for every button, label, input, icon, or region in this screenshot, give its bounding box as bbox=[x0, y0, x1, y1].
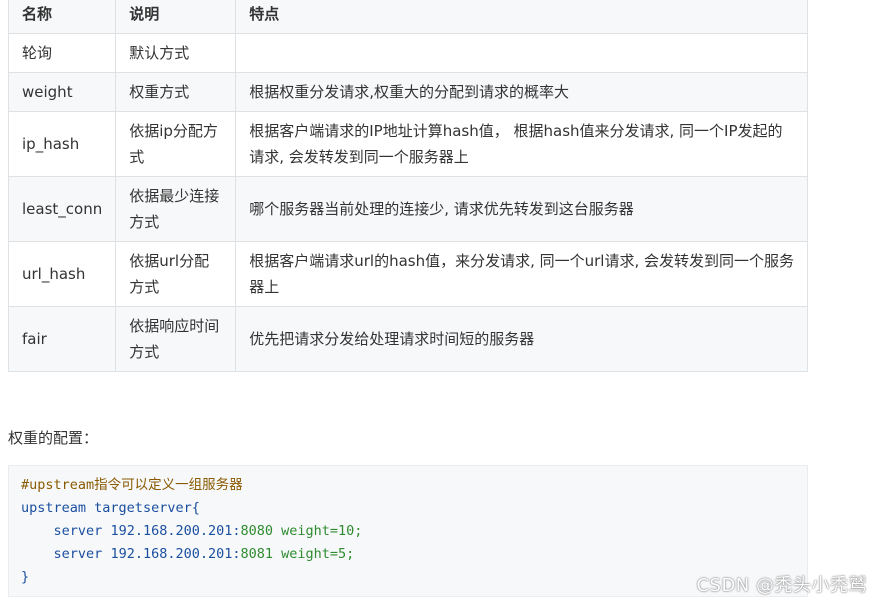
code-keyword-upstream: upstream bbox=[21, 500, 87, 516]
header-desc: 说明 bbox=[115, 0, 237, 34]
table-row: url_hash 依据url分配方式 根据客户端请求url的hash值，来分发请… bbox=[7, 241, 808, 307]
cell-feature bbox=[235, 33, 808, 73]
header-name: 名称 bbox=[7, 0, 117, 34]
cell-desc: 依据响应时间方式 bbox=[115, 306, 237, 372]
code-server-port: 8081 bbox=[240, 546, 273, 562]
cell-name: fair bbox=[7, 306, 117, 372]
cell-name: url_hash bbox=[7, 241, 117, 307]
cell-desc: 权重方式 bbox=[115, 72, 237, 112]
code-keyword-server: server bbox=[53, 523, 103, 539]
cell-name: weight bbox=[7, 72, 117, 112]
code-server-weight: weight=10; bbox=[281, 523, 363, 539]
section-label: 权重的配置： bbox=[8, 429, 99, 447]
cell-name: 轮询 bbox=[7, 33, 117, 73]
table-row: weight 权重方式 根据权重分发请求,权重大的分配到请求的概率大 bbox=[7, 72, 808, 112]
cell-feature: 根据权重分发请求,权重大的分配到请求的概率大 bbox=[235, 72, 808, 112]
code-line-server: server 192.168.200.201:8081 weight=5; bbox=[21, 543, 795, 566]
cell-name: ip_hash bbox=[7, 111, 117, 177]
code-comment: #upstream指令可以定义一组服务器 bbox=[21, 477, 243, 493]
header-feature: 特点 bbox=[235, 0, 808, 34]
code-block: #upstream指令可以定义一组服务器 upstream targetserve… bbox=[8, 465, 808, 597]
load-balancing-table: 名称 说明 特点 轮询 默认方式 weight 权重方式 根据权重分发请求,权重… bbox=[7, 0, 808, 372]
cell-desc: 默认方式 bbox=[115, 33, 237, 73]
code-line-comment: #upstream指令可以定义一组服务器 bbox=[21, 474, 795, 497]
code-line-close: } bbox=[21, 566, 795, 589]
cell-desc: 依据url分配方式 bbox=[115, 241, 237, 307]
table-row: least_conn 依据最少连接方式 哪个服务器当前处理的连接少, 请求优先转… bbox=[7, 176, 808, 242]
code-keyword-server: server bbox=[53, 546, 103, 562]
code-line-upstream: upstream targetserver{ bbox=[21, 497, 795, 520]
table-row: ip_hash 依据ip分配方式 根据客户端请求的IP地址计算hash值， 根据… bbox=[7, 111, 808, 177]
cell-feature: 优先把请求分发给处理请求时间短的服务器 bbox=[235, 306, 808, 372]
code-server-port: 8080 bbox=[240, 523, 273, 539]
code-close-brace: } bbox=[21, 569, 30, 585]
code-server-ip: 192.168.200.201: bbox=[110, 546, 241, 562]
table-row: fair 依据响应时间方式 优先把请求分发给处理请求时间短的服务器 bbox=[7, 306, 808, 372]
table-row: 轮询 默认方式 bbox=[7, 33, 808, 73]
table-header-row: 名称 说明 特点 bbox=[7, 0, 808, 34]
csdn-watermark: CSDN @秃头小秃鹫 bbox=[696, 575, 867, 596]
cell-feature: 哪个服务器当前处理的连接少, 请求优先转发到这台服务器 bbox=[235, 176, 808, 242]
page: 名称 说明 特点 轮询 默认方式 weight 权重方式 根据权重分发请求,权重… bbox=[0, 0, 881, 605]
cell-desc: 依据最少连接方式 bbox=[115, 176, 237, 242]
code-server-ip: 192.168.200.201: bbox=[110, 523, 241, 539]
cell-desc: 依据ip分配方式 bbox=[115, 111, 237, 177]
cell-feature: 根据客户端请求url的hash值，来分发请求, 同一个url请求, 会发转发到同… bbox=[235, 241, 808, 307]
cell-name: least_conn bbox=[7, 176, 117, 242]
cell-feature: 根据客户端请求的IP地址计算hash值， 根据hash值来分发请求, 同一个IP… bbox=[235, 111, 808, 177]
code-line-server: server 192.168.200.201:8080 weight=10; bbox=[21, 520, 795, 543]
code-upstream-name: targetserver{ bbox=[94, 500, 200, 516]
code-server-weight: weight=5; bbox=[281, 546, 355, 562]
